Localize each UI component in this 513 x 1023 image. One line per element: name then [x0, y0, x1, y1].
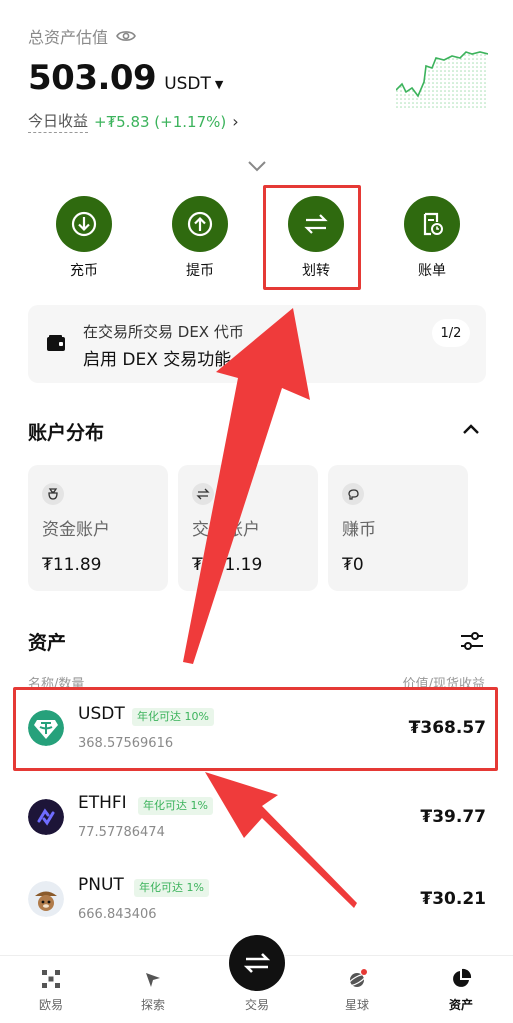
- trade-icon: [243, 953, 271, 973]
- caret-down-icon: ▼: [214, 77, 224, 91]
- eye-icon[interactable]: [116, 29, 136, 43]
- quick-actions: 充币 提币 划转 账单: [28, 196, 488, 280]
- tab-explore[interactable]: 探索: [102, 956, 204, 1023]
- okx-icon: [42, 970, 60, 988]
- usdt-highlight-box: [13, 687, 498, 771]
- funding-account-card[interactable]: 资金账户 ₮11.89: [28, 465, 168, 591]
- assets-title: 资产: [28, 632, 67, 654]
- asset-row-ethfi[interactable]: ETHFI 年化可达 1% 77.57786474 ₮39.77: [16, 778, 496, 858]
- tab-trade-label: 交易: [244, 998, 269, 1012]
- withdraw-icon: [187, 211, 213, 237]
- pnut-logo: [28, 881, 64, 917]
- planet-icon: [347, 969, 367, 987]
- compass-icon: [146, 973, 160, 987]
- bag-icon: [48, 488, 58, 500]
- tab-assets[interactable]: 资产: [410, 956, 512, 1023]
- swap-icon: [196, 488, 210, 500]
- apy-badge: 年化可达 1%: [134, 879, 209, 897]
- wallet-icon: [47, 335, 65, 351]
- pie-chart-icon: [453, 968, 472, 987]
- dex-promo-banner[interactable]: 在交易所交易 DEX 代币 启用 DEX 交易功能 1/2: [28, 305, 486, 383]
- withdraw-button[interactable]: 提币: [144, 196, 256, 280]
- transfer-highlight-box: [263, 185, 361, 290]
- filter-icon[interactable]: [459, 630, 485, 652]
- chevron-right-icon: ›: [232, 112, 239, 131]
- chevron-down-icon[interactable]: [246, 158, 268, 174]
- today-pnl[interactable]: 今日收益 +₮5.83 (+1.17%) ›: [28, 110, 239, 133]
- piggy-icon: [348, 489, 359, 500]
- chevron-up-icon[interactable]: [461, 422, 481, 436]
- apy-badge: 年化可达 1%: [138, 797, 213, 815]
- deposit-button[interactable]: 充币: [28, 196, 140, 280]
- deposit-icon: [71, 211, 97, 237]
- tab-trade[interactable]: [229, 935, 285, 991]
- portfolio-header: 总资产估值 503.09 USDT ▼ 今日收益 +₮5.83 (+1.17%)…: [28, 24, 488, 133]
- tab-okx[interactable]: 欧易: [0, 956, 102, 1023]
- balance-row: 503.09 USDT ▼: [28, 58, 223, 98]
- bill-button[interactable]: 账单: [376, 196, 488, 280]
- tab-planet[interactable]: 星球: [306, 956, 408, 1023]
- earn-account-card[interactable]: 赚币 ₮0: [328, 465, 468, 591]
- total-balance: 503.09: [28, 58, 157, 98]
- banner-page-indicator: 1/2: [432, 319, 470, 347]
- total-assets-label: 总资产估值: [28, 24, 488, 48]
- account-distribution-title: 账户分布: [28, 422, 105, 444]
- currency-selector[interactable]: USDT ▼: [164, 74, 223, 94]
- balance-sparkline: [396, 51, 488, 110]
- asset-row-pnut[interactable]: PNUT 年化可达 1% 666.843406 ₮30.21: [16, 860, 496, 940]
- bill-icon: [423, 212, 443, 236]
- ethfi-logo: [28, 799, 64, 835]
- account-cards: 资金账户 ₮11.89 交易账户 ₮491.19 赚币 ₮0: [28, 465, 468, 591]
- trading-account-card[interactable]: 交易账户 ₮491.19: [178, 465, 318, 591]
